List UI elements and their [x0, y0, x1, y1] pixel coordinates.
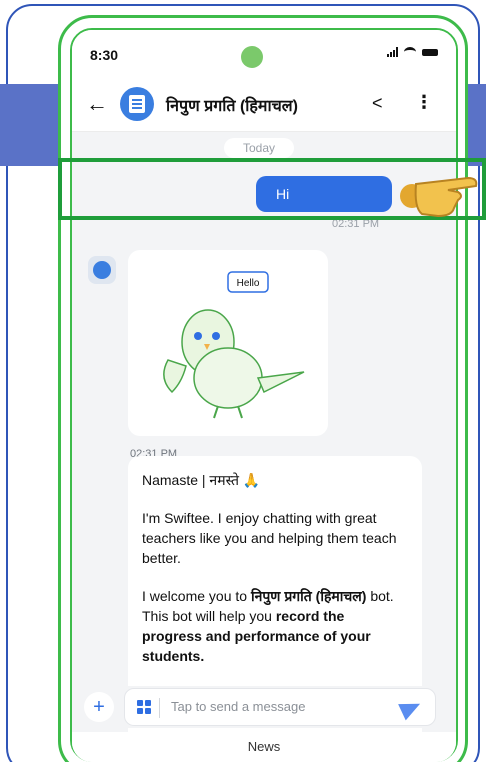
- bot-welcome: I welcome you to निपुण प्रगति (हिमाचल) b…: [142, 586, 408, 666]
- send-icon[interactable]: [398, 695, 424, 721]
- back-arrow-icon[interactable]: ←: [86, 91, 108, 117]
- bot-logo-icon: [93, 261, 111, 279]
- pointing-hand-icon: [400, 176, 478, 218]
- tab-news[interactable]: News: [72, 732, 456, 762]
- bot-intro: I'm Swiftee. I enjoy chatting with great…: [142, 510, 397, 566]
- camera-dot: [241, 46, 263, 68]
- share-icon[interactable]: <: [372, 93, 383, 114]
- signal-icon: [387, 47, 398, 57]
- phone-screen: 8:30 ← निपुण प्रगति (हिमाचल) < ⋮ Today H…: [72, 30, 456, 762]
- message-input[interactable]: Tap to send a message: [124, 688, 436, 726]
- grid-menu-icon[interactable]: [137, 700, 151, 714]
- add-attachment-button[interactable]: +: [84, 692, 114, 722]
- message-input-placeholder: Tap to send a message: [171, 699, 306, 714]
- bot-avatar[interactable]: [120, 87, 154, 121]
- wifi-icon: [404, 47, 416, 57]
- bot-greeting: Namaste | नमस्ते 🙏: [142, 472, 261, 488]
- bot-message-avatar: [88, 256, 116, 284]
- message-composer: + Tap to send a message: [80, 686, 448, 728]
- chat-header: ← निपुण प्रगति (हिमाचल) < ⋮: [72, 78, 456, 132]
- bot-name: निपुण प्रगति (हिमाचल): [250, 588, 367, 604]
- status-icons: [387, 47, 438, 57]
- sticker-hello-text: Hello: [237, 278, 260, 289]
- chat-area[interactable]: Today Hi 02:31 PM Hello 02:31 PM Namaste…: [72, 132, 456, 762]
- sticker-image[interactable]: Hello: [128, 250, 328, 436]
- more-vertical-icon[interactable]: ⋮: [415, 92, 433, 113]
- notepad-icon: [129, 95, 145, 113]
- welcome-prefix: I welcome you to: [142, 588, 248, 604]
- bird-sticker-image: Hello: [163, 271, 305, 419]
- battery-icon: [422, 48, 438, 56]
- status-time: 8:30: [90, 47, 119, 63]
- date-label: Today: [224, 138, 294, 158]
- chat-title[interactable]: निपुण प्रगति (हिमाचल): [166, 94, 298, 116]
- status-bar: 8:30: [72, 30, 456, 78]
- input-divider: [159, 698, 160, 718]
